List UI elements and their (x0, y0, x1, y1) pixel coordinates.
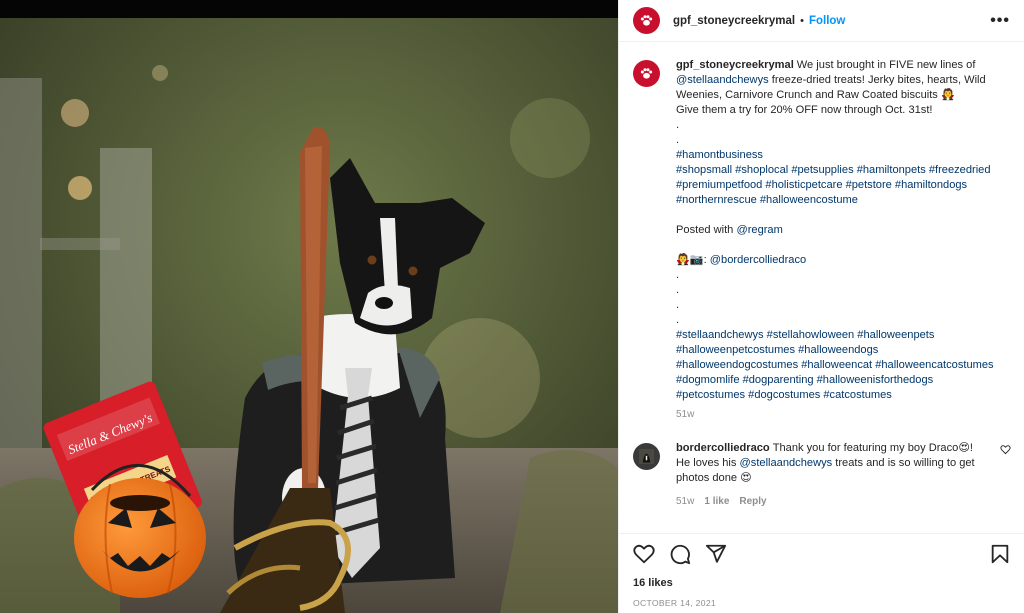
hashtag-line[interactable]: #premiumpetfood #holisticpetcare #petsto… (676, 178, 1006, 193)
comment-text: photos done 😍 (676, 472, 752, 484)
caption-timestamp[interactable]: 51w (676, 407, 694, 422)
like-heart-icon[interactable] (633, 543, 655, 565)
paw-icon (640, 15, 653, 26)
caption-entry: gpf_stoneycreekrymal We just brought in F… (633, 58, 1011, 422)
hashtag-line[interactable]: #dogmomlife #dogparenting #halloweenisfo… (676, 373, 1006, 388)
dog-costume-image: Stella & Chewy's BEEF HEART TREATS (0, 18, 618, 613)
avatar[interactable] (633, 7, 660, 34)
caption-text: Give them a try for 20% OFF now through … (676, 104, 933, 116)
header-separator: • (800, 14, 804, 27)
comment-likes-count[interactable]: 1 like (704, 494, 729, 509)
share-plane-icon[interactable] (705, 543, 727, 565)
comment-timestamp[interactable]: 51w (676, 494, 694, 509)
hashtag-line[interactable]: #petcostumes #dogcostumes #catcostumes (676, 388, 1006, 403)
comment-username[interactable]: bordercolliedraco (676, 442, 770, 454)
more-options-icon[interactable]: ••• (990, 12, 1010, 29)
avatar[interactable] (633, 60, 660, 87)
caption-text: 🧛📷: (676, 254, 710, 266)
follow-button[interactable]: Follow (809, 15, 845, 27)
caption-dot: . (676, 284, 680, 296)
mention-link[interactable]: @stellaandchewys (740, 457, 833, 469)
post-details-panel: gpf_stoneycreekrymal • Follow ••• gpf_st… (618, 0, 1024, 613)
comments-section[interactable]: gpf_stoneycreekrymal We just brought in F… (619, 43, 1024, 533)
comment-text: He loves his (676, 457, 740, 469)
post-date[interactable]: OCTOBER 14, 2021 (633, 598, 1011, 608)
caption-body: gpf_stoneycreekrymal We just brought in F… (676, 58, 1006, 422)
caption-text: freeze-dried treats! Jerky bites, hearts… (768, 74, 986, 86)
like-comment-icon[interactable] (1000, 444, 1011, 455)
reply-button[interactable]: Reply (739, 494, 766, 509)
caption-dot: . (676, 269, 680, 281)
hashtag-line[interactable]: #northernrescue #halloweencostume (676, 193, 1006, 208)
caption-text: We just brought in FIVE new lines of (796, 59, 976, 71)
action-icons-row (633, 535, 1011, 573)
comment-text: Thank you for featuring my boy Draco😍! (772, 442, 973, 454)
caption-dot: . (676, 314, 680, 326)
hashtag-line[interactable]: #shopsmall #shoplocal #petsupplies #hami… (676, 163, 1006, 178)
comment-bubble-icon[interactable] (669, 543, 691, 565)
post-photo[interactable]: Stella & Chewy's BEEF HEART TREATS (0, 0, 618, 613)
hashtag-line[interactable]: #stellaandchewys #stellahowloween #hallo… (676, 328, 1006, 343)
caption-dot: . (676, 119, 680, 131)
comment-body: bordercolliedraco Thank you for featuring… (676, 441, 1006, 509)
hashtag-line[interactable]: #hamontbusiness (676, 148, 1006, 163)
likes-count[interactable]: 16 likes (633, 577, 1011, 589)
post-header: gpf_stoneycreekrymal • Follow ••• (619, 0, 1024, 42)
hashtag-line[interactable]: #halloweenpetcostumes #halloweendogs (676, 343, 1006, 358)
mention-link[interactable]: @bordercolliedraco (710, 254, 806, 266)
caption-dot: . (676, 134, 680, 146)
post-actions: 16 likes OCTOBER 14, 2021 (619, 533, 1024, 613)
caption-text: Posted with (676, 224, 737, 236)
instagram-post-view: Stella & Chewy's BEEF HEART TREATS (0, 0, 1024, 613)
dog-avatar-icon (639, 449, 654, 464)
header-username[interactable]: gpf_stoneycreekrymal (673, 15, 795, 27)
paw-icon (640, 68, 653, 79)
caption-dot: . (676, 299, 680, 311)
commenter-avatar[interactable] (633, 443, 660, 470)
comment-text: treats and is so willing to get (832, 457, 975, 469)
mention-link[interactable]: @regram (736, 224, 782, 236)
photo-top-bar (0, 0, 618, 18)
mention-link[interactable]: @stellaandchewys (676, 74, 769, 86)
hashtag-line[interactable]: #halloweendogcostumes #halloweencat #hal… (676, 358, 1006, 373)
caption-text: Weenies, Carnivore Crunch and Raw Coated… (676, 89, 955, 101)
comment-entry: bordercolliedraco Thank you for featuring… (633, 441, 1011, 509)
bookmark-icon[interactable] (989, 543, 1011, 565)
caption-username[interactable]: gpf_stoneycreekrymal (676, 59, 794, 71)
